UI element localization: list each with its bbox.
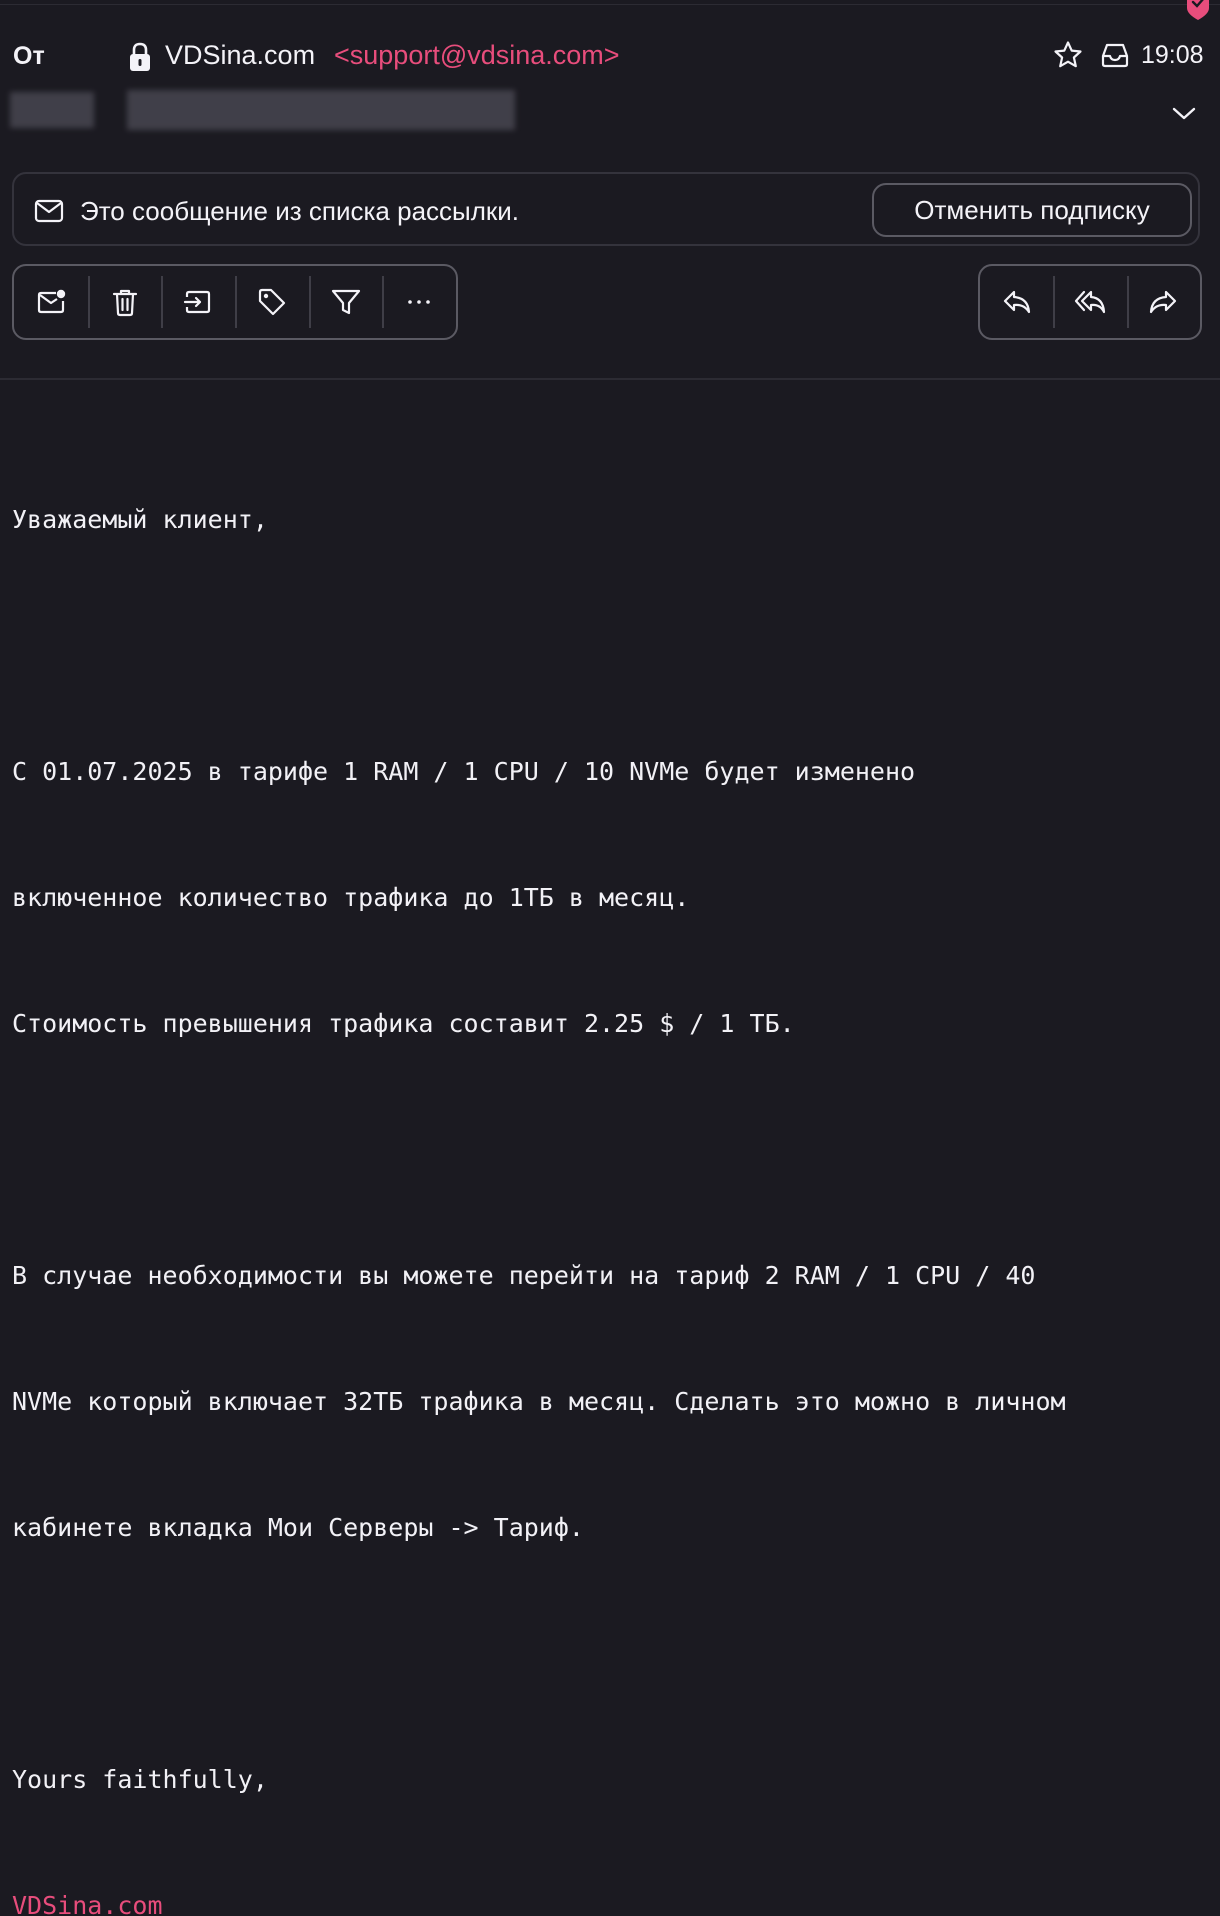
mark-unread-button[interactable] — [14, 266, 88, 338]
top-border — [0, 0, 1220, 5]
reply-actions-toolbar — [978, 264, 1202, 340]
chevron-down-icon[interactable] — [1170, 100, 1198, 126]
move-button[interactable] — [161, 266, 235, 338]
from-label: От — [13, 42, 45, 70]
tag-button[interactable] — [235, 266, 309, 338]
received-time: 19:08 — [1141, 41, 1204, 69]
forward-button[interactable] — [1126, 266, 1200, 338]
sender-email[interactable]: <support@vdsina.com> — [334, 40, 620, 71]
unsubscribe-button[interactable]: Отменить подписку — [872, 183, 1192, 237]
email-body: Уважаемый клиент, С 01.07.2025 в тарифе … — [12, 415, 1066, 1916]
mailing-list-text: Это сообщение из списка рассылки. — [80, 196, 520, 226]
closing: Yours faithfully, — [12, 1765, 268, 1794]
filter-button[interactable] — [308, 266, 383, 338]
greeting: Уважаемый клиент, — [12, 505, 268, 534]
verified-shield-icon — [1187, 0, 1209, 20]
lock-icon — [130, 42, 150, 71]
message-actions-toolbar — [12, 264, 458, 340]
reply-all-button[interactable] — [1053, 266, 1126, 338]
mailing-list-banner: Это сообщение из списка рассылки. Отмени… — [12, 172, 1200, 246]
signature-link[interactable]: VDSina.com — [12, 1891, 163, 1916]
recipient-address-redacted — [127, 90, 515, 130]
paragraph-2-line-3: кабинете вкладка Мои Серверы -> Тариф. — [12, 1513, 584, 1542]
star-icon[interactable] — [1053, 40, 1083, 70]
recipient-label-redacted — [10, 92, 94, 128]
forward-icon — [1150, 290, 1177, 314]
tag-icon — [258, 288, 285, 316]
paragraph-2-line-2: NVMe который включает 32ТБ трафика в мес… — [12, 1387, 1066, 1416]
move-icon — [184, 290, 211, 314]
reply-icon — [1003, 290, 1030, 314]
paragraph-1-line-2: включенное количество трафика до 1ТБ в м… — [12, 883, 690, 912]
more-icon — [408, 300, 430, 304]
filter-icon — [331, 289, 360, 315]
mark-unread-icon — [37, 289, 66, 314]
sender-name[interactable]: VDSina.com — [165, 40, 315, 71]
paragraph-1-line-1: С 01.07.2025 в тарифе 1 RAM / 1 CPU / 10… — [12, 757, 916, 786]
more-button[interactable] — [382, 266, 456, 338]
delete-button[interactable] — [87, 266, 162, 338]
paragraph-2-line-1: В случае необходимости вы можете перейти… — [12, 1261, 1036, 1290]
trash-icon — [112, 289, 137, 317]
reply-all-icon — [1074, 290, 1106, 314]
paragraph-1-line-3: Стоимость превышения трафика составит 2.… — [12, 1009, 795, 1038]
inbox-icon[interactable] — [1100, 41, 1130, 69]
header-divider — [0, 378, 1220, 380]
mail-icon — [34, 199, 64, 223]
reply-button[interactable] — [980, 266, 1053, 338]
